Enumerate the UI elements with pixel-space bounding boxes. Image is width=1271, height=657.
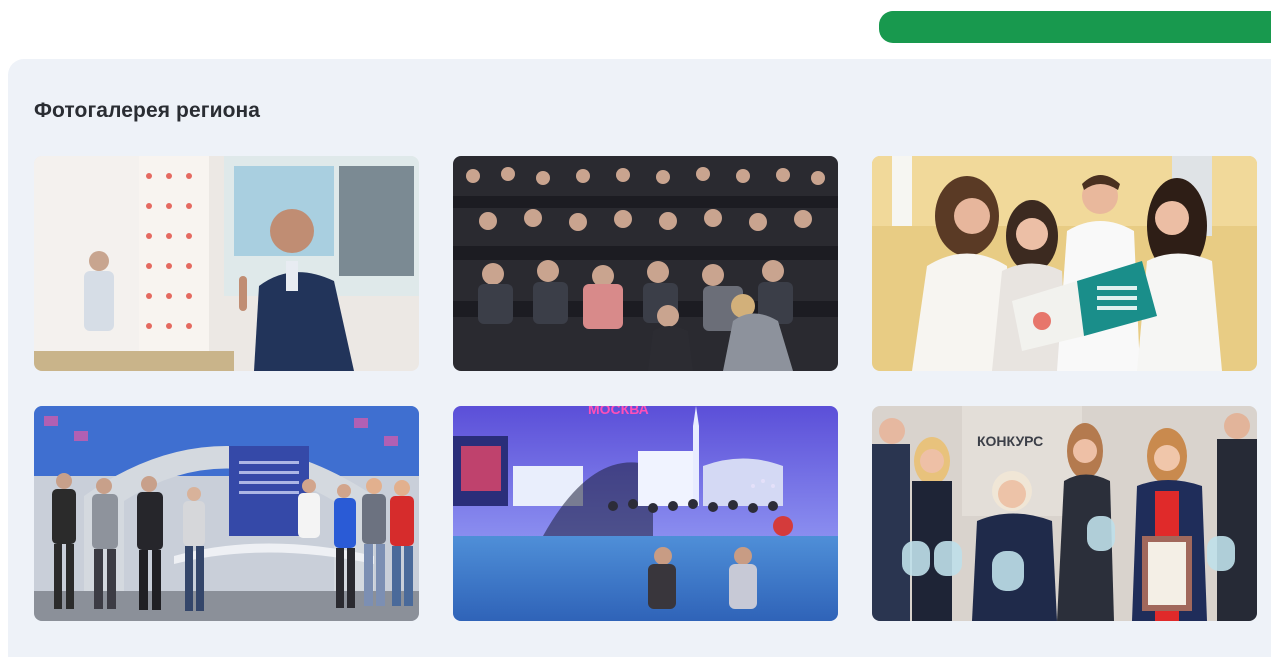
photo-lecture-speaker-image [34, 156, 419, 371]
photo-exhibition-pavilion-image [34, 406, 419, 621]
gallery-title: Фотогалерея региона [34, 99, 261, 122]
green-header-button[interactable] [879, 11, 1271, 43]
photo-gallery-section: Фотогалерея региона МОСКВА КОНКУРС [8, 59, 1271, 657]
photo-students-brochure-image [872, 156, 1257, 371]
photo-auditorium-audience-image [453, 156, 838, 371]
photo-award-winners-image: КОНКУРС [872, 406, 1257, 621]
gallery-photo-award-winners[interactable]: КОНКУРС [872, 406, 1257, 621]
gallery-photo-lecture-speaker[interactable] [34, 156, 419, 371]
gallery-photo-auditorium-audience[interactable] [453, 156, 838, 371]
gallery-photo-moscow-stage[interactable]: МОСКВА [453, 406, 838, 621]
photo-contest-sign-text: КОНКУРС [977, 433, 1043, 449]
photo-moscow-sign-text: МОСКВА [588, 406, 649, 417]
gallery-photo-students-brochure[interactable] [872, 156, 1257, 371]
photo-moscow-stage-image: МОСКВА [453, 406, 838, 621]
gallery-photo-exhibition-pavilion[interactable] [34, 406, 419, 621]
